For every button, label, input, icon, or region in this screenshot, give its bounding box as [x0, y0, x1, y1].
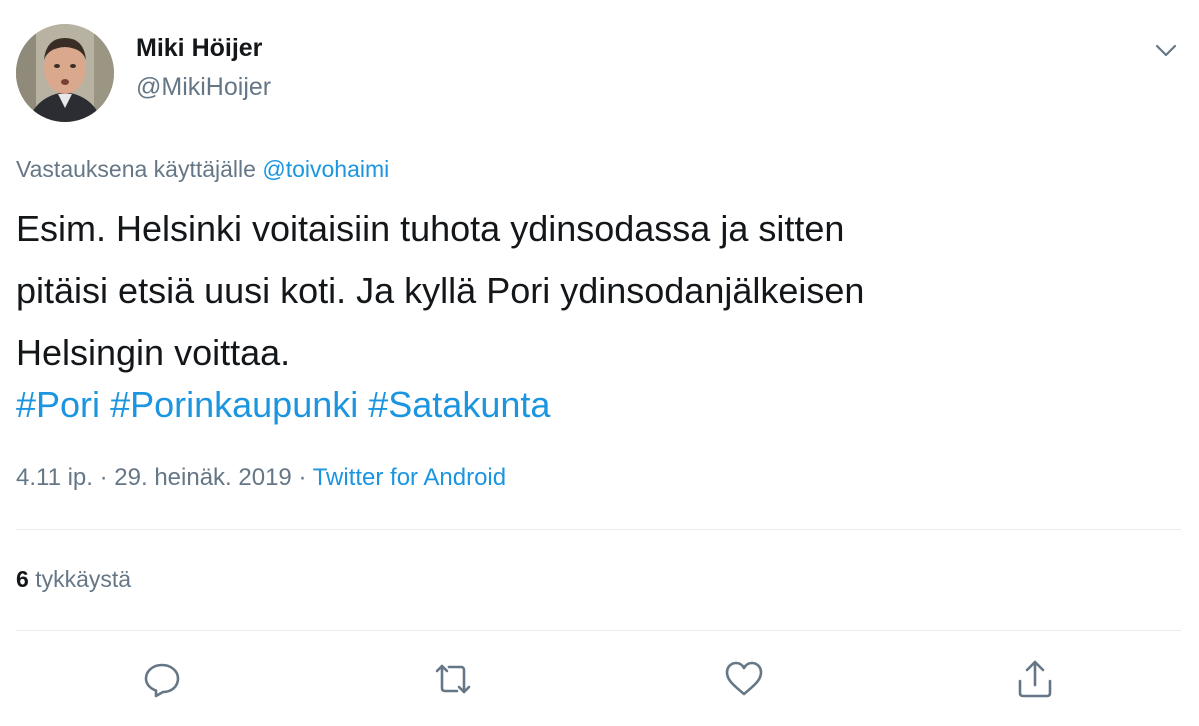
hashtag-list: #Pori #Porinkaupunki #Satakunta	[16, 374, 550, 436]
like-icon[interactable]	[722, 657, 766, 701]
likes-count: 6	[16, 566, 29, 592]
retweet-icon[interactable]	[431, 657, 475, 701]
tweet-text-line: pitäisi etsiä uusi koti. Ja kyllä Pori y…	[16, 270, 865, 311]
meta-separator: ·	[298, 464, 307, 491]
author-display-name[interactable]: Miki Höijer	[136, 34, 262, 63]
avatar-photo	[16, 24, 114, 122]
likes-label: tykkäystä	[35, 566, 132, 592]
tweet-source-link[interactable]: Twitter for Android	[313, 464, 506, 491]
reply-context: Vastauksena käyttäjälle @toivohaimi	[16, 156, 389, 183]
reply-mention-link[interactable]: @toivohaimi	[262, 156, 389, 182]
hashtag-link[interactable]: #Pori	[16, 384, 100, 425]
author-handle[interactable]: @MikiHoijer	[136, 73, 271, 102]
hashtag-link[interactable]: #Satakunta	[368, 384, 550, 425]
likes-stat[interactable]: 6 tykkäystä	[16, 566, 131, 593]
avatar[interactable]	[16, 24, 114, 122]
reply-context-prefix: Vastauksena käyttäjälle	[16, 156, 256, 182]
tweet-text: Esim. Helsinki voitaisiin tuhota ydinsod…	[16, 198, 1166, 384]
tweet-card: Miki Höijer @MikiHoijer Vastauksena käyt…	[0, 0, 1199, 726]
reply-icon[interactable]	[140, 657, 184, 701]
tweet-time[interactable]: 4.11 ip.	[16, 464, 93, 491]
tweet-text-line: Esim. Helsinki voitaisiin tuhota ydinsod…	[16, 208, 845, 249]
meta-separator: ·	[99, 464, 108, 491]
tweet-meta: 4.11 ip. · 29. heinäk. 2019 · Twitter fo…	[16, 464, 506, 492]
tweet-date[interactable]: 29. heinäk. 2019	[114, 464, 291, 491]
chevron-down-icon[interactable]	[1152, 36, 1180, 64]
divider	[16, 529, 1181, 530]
share-icon[interactable]	[1013, 657, 1057, 701]
divider	[16, 630, 1181, 631]
hashtag-link[interactable]: #Porinkaupunki	[110, 384, 358, 425]
